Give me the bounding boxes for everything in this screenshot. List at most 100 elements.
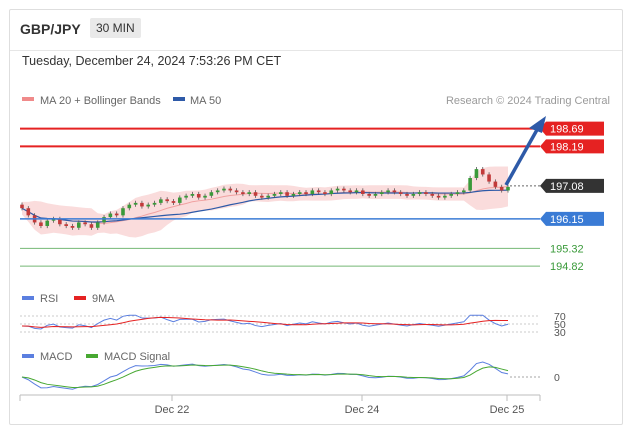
candle-body: [165, 199, 169, 202]
level-194.82: 194.82: [20, 261, 584, 273]
macd-legend-swatch: [22, 354, 34, 358]
candle-body: [83, 222, 87, 225]
rsi-ma-legend-swatch: [74, 296, 86, 300]
candle-body: [462, 190, 466, 193]
level-198.19: 198.19: [20, 139, 604, 154]
level-label: 194.82: [550, 261, 584, 273]
candle-body: [177, 197, 182, 203]
rsi-panel: 705030: [20, 311, 566, 339]
macd-signal-legend-label: MACD Signal: [104, 351, 170, 363]
level-198.69: 198.69: [20, 121, 604, 136]
candle-body: [241, 192, 245, 194]
rsi-legend-label: RSI: [40, 293, 58, 305]
candle-body: [171, 201, 176, 203]
forecast-arrow-shaft: [504, 127, 540, 186]
candle-body: [121, 208, 125, 216]
candle-body: [417, 192, 422, 194]
macd-signal-line: [21, 364, 509, 389]
candle-body: [316, 190, 321, 193]
ma50-legend-swatch: [173, 97, 185, 101]
candle-body: [234, 190, 239, 193]
candle-body: [159, 199, 163, 203]
bollinger-band-area: [22, 166, 508, 238]
rsi-legend-swatch: [22, 296, 34, 300]
level-label: 198.19: [550, 141, 584, 153]
candle-body: [58, 218, 62, 225]
price-legend: MA 20 + Bollinger Bands MA 50 Research ©…: [22, 95, 610, 107]
candle-body: [127, 204, 132, 209]
level-label: 198.69: [550, 124, 584, 136]
ma20-legend-label: MA 20 + Bollinger Bands: [40, 95, 161, 107]
candle-body: [468, 178, 472, 191]
candle-body: [114, 213, 119, 216]
candle-body: [487, 174, 491, 182]
candle-body: [64, 224, 68, 226]
candle-body: [247, 192, 252, 194]
candle-body: [329, 190, 334, 194]
chart-svg: MA 20 + Bollinger Bands MA 50 Research ©…: [19, 95, 610, 416]
candle-body: [361, 190, 365, 194]
candle-body: [455, 192, 460, 194]
candle-body: [266, 195, 270, 198]
level-label: 196.15: [550, 214, 584, 226]
candle-body: [140, 202, 144, 207]
candle-body: [70, 226, 75, 228]
x-tick-label-dec22: Dec 22: [155, 404, 190, 416]
candle-body: [260, 195, 264, 198]
candle-body: [272, 194, 277, 196]
level-195.32: 195.32: [20, 243, 584, 255]
candle-body: [20, 204, 24, 209]
candle-body: [228, 188, 233, 191]
candle-body: [253, 192, 258, 196]
candle-body: [190, 194, 195, 196]
candle-body: [398, 192, 403, 194]
candle-body: [506, 186, 510, 191]
candle-body: [392, 190, 397, 193]
candle-body: [424, 192, 428, 194]
candle-body: [430, 194, 435, 196]
candle-body: [310, 190, 315, 194]
macd-line: [21, 361, 509, 390]
candle-body: [304, 192, 308, 194]
rsi-level-label-30: 30: [554, 327, 566, 339]
candle-body: [146, 204, 151, 207]
chart-card: GBP/JPY 30 MIN Tuesday, December 24, 202…: [9, 9, 623, 425]
candle-body: [342, 188, 346, 191]
x-tick-label-dec25: Dec 25: [490, 404, 525, 416]
candle-body: [45, 220, 50, 226]
candle-body: [449, 194, 453, 196]
level-197.08: 197.08: [510, 178, 604, 193]
bollinger-bands: [21, 166, 509, 238]
candle-body: [133, 202, 138, 205]
macd-legend: MACD MACD Signal: [22, 351, 170, 363]
candle-body: [152, 202, 157, 205]
x-axis: Dec 22 Dec 24 Dec 25: [19, 394, 541, 416]
candle-body: [499, 186, 504, 191]
candle-body: [89, 224, 94, 228]
candle-body: [215, 190, 220, 193]
candle-body: [184, 195, 188, 198]
candle-body: [443, 195, 447, 198]
macd-signal-legend-swatch: [86, 354, 98, 358]
candle-body: [386, 190, 390, 193]
candle: [468, 175, 472, 193]
candle-body: [474, 169, 479, 178]
candle-body: [335, 188, 340, 191]
candle-body: [26, 208, 31, 216]
candle-body: [196, 194, 201, 198]
source-credit: Research © 2024 Trading Central: [446, 95, 610, 107]
candle-body: [291, 194, 296, 196]
candle-body: [285, 192, 289, 196]
candle-body: [209, 192, 214, 196]
candle-body: [108, 213, 113, 218]
candle-body: [203, 195, 207, 198]
candle-body: [297, 192, 302, 194]
level-label: 195.32: [550, 243, 584, 255]
candle-body: [348, 190, 353, 193]
candle-body: [77, 222, 81, 228]
candle-body: [480, 169, 485, 175]
candle-body: [102, 217, 106, 223]
candle-body: [95, 222, 100, 228]
candle-body: [354, 190, 359, 193]
rsi-ma-legend-label: 9MA: [92, 293, 115, 305]
